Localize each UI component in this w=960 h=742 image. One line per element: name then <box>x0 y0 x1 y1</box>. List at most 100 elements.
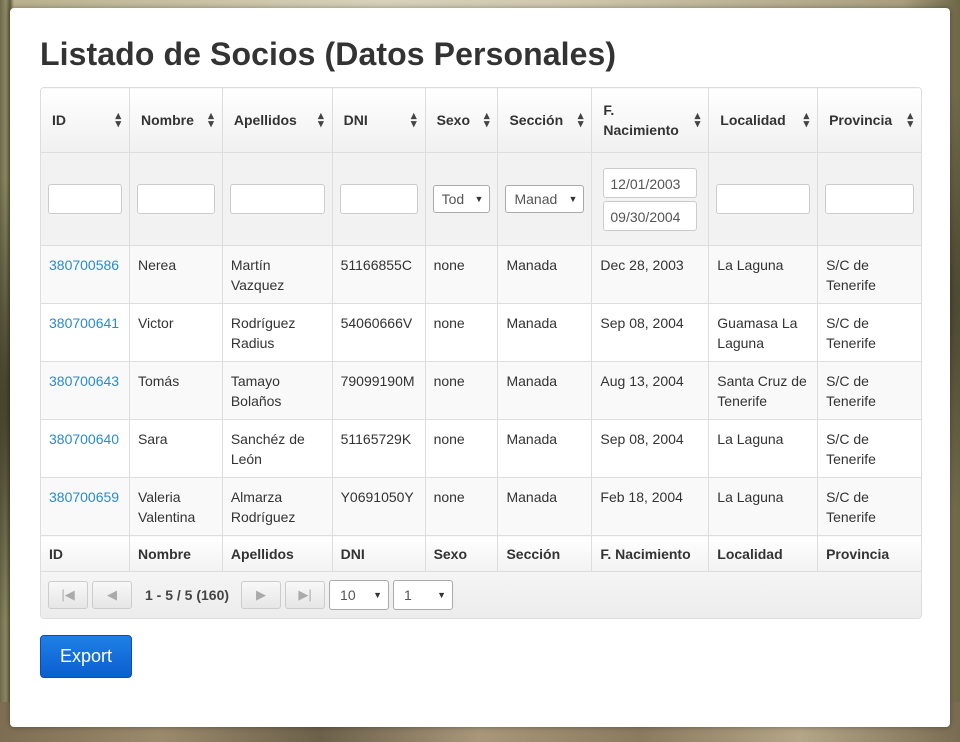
cell-apellidos: Martín Vazquez <box>221 245 333 304</box>
column-header-localidad[interactable]: Localidad ▴ ▾ <box>708 88 819 153</box>
date-to-input[interactable]: 09/30/2004 <box>603 200 698 231</box>
cell-localidad: Guamasa La Laguna <box>708 303 819 362</box>
sort-icon[interactable]: ▴ ▾ <box>907 111 913 130</box>
cell-dni: Y0691050Y <box>331 477 426 536</box>
id-filter-input[interactable] <box>48 184 122 214</box>
cell-sexo: none <box>424 361 499 420</box>
page-number-value: 1 <box>404 587 412 603</box>
column-header-label: Localidad <box>720 112 786 128</box>
sort-icon[interactable]: ▴ ▾ <box>695 111 701 130</box>
page-title: Listado de Socios (Datos Personales) <box>40 36 617 72</box>
page-size-value: 10 <box>340 587 356 603</box>
footer-label-seccion: Sección <box>497 535 593 572</box>
seccion-filter-value: Manada <box>514 191 558 207</box>
cell-nacimiento: Sep 08, 2004 <box>591 303 710 362</box>
cell-apellidos: Tamayo Bolaños <box>221 361 333 420</box>
cell-provincia: S/C de Tenerife <box>817 361 921 420</box>
sort-icon[interactable]: ▴ ▾ <box>208 111 214 130</box>
cell-seccion: Manada <box>497 419 593 478</box>
filter-cell-apellidos <box>221 152 333 246</box>
next-page-button[interactable]: ▶ <box>241 581 282 609</box>
last-page-icon: ▶| <box>298 587 312 602</box>
column-header-label: ID <box>52 112 66 128</box>
column-header-seccion[interactable]: Sección ▴ ▾ <box>497 88 593 153</box>
sort-icon[interactable]: ▴ ▾ <box>578 111 584 130</box>
cell-apellidos: Sanchéz de León <box>221 419 333 478</box>
column-header-label: DNI <box>343 112 368 128</box>
footer-label-id: ID <box>41 535 130 572</box>
table-row: 380700659 Valeria Valentina Almarza Rodr… <box>41 477 921 536</box>
date-from-input[interactable]: 12/01/2003 <box>603 167 698 198</box>
cell-provincia: S/C de Tenerife <box>817 477 921 536</box>
column-header-sexo[interactable]: Sexo ▴ ▾ <box>424 88 499 153</box>
chevron-down-icon: ▼ <box>568 194 578 204</box>
sort-icon[interactable]: ▴ ▾ <box>484 111 490 130</box>
column-header-label: Nombre <box>140 112 194 128</box>
filter-cell-id <box>41 152 130 246</box>
sort-icon[interactable]: ▴ ▾ <box>318 111 324 130</box>
member-id-link[interactable]: 380700643 <box>41 361 130 420</box>
cell-nombre: Nerea <box>128 245 223 304</box>
footer-label-provincia: Provincia <box>817 535 921 572</box>
sort-icon[interactable]: ▴ ▾ <box>411 111 417 130</box>
cell-dni: 54060666V <box>331 303 426 362</box>
pagination-info: 1 - 5 / 5 (160) <box>145 587 230 603</box>
cell-localidad: Santa Cruz de Tenerife <box>708 361 819 420</box>
cell-provincia: S/C de Tenerife <box>817 419 921 478</box>
first-page-button[interactable]: |◀ <box>48 581 88 609</box>
column-header-nombre[interactable]: Nombre ▴ ▾ <box>128 88 223 153</box>
member-id-link[interactable]: 380700659 <box>41 477 130 536</box>
filter-cell-sexo: Todos ▼ <box>424 152 499 246</box>
localidad-filter-input[interactable] <box>716 184 811 214</box>
sort-icon[interactable]: ▴ ▾ <box>804 111 810 130</box>
column-header-dni[interactable]: DNI ▴ ▾ <box>331 88 426 153</box>
column-header-id[interactable]: ID ▴ ▾ <box>41 88 130 153</box>
cell-seccion: Manada <box>497 361 593 420</box>
column-header-label: Sexo <box>436 112 471 128</box>
column-header-provincia[interactable]: Provincia ▴ ▾ <box>817 88 921 153</box>
sexo-filter-select[interactable]: Todos ▼ <box>432 185 491 213</box>
previous-page-button[interactable]: ◀ <box>92 581 132 609</box>
page-size-select[interactable]: 10 ▼ <box>329 580 390 610</box>
nombre-filter-input[interactable] <box>136 184 215 214</box>
main-panel: Listado de Socios (Datos Personales) ID ▴… <box>10 8 950 727</box>
cell-sexo: none <box>424 245 499 304</box>
column-header-apellidos[interactable]: Apellidos ▴ ▾ <box>221 88 333 153</box>
member-id-link[interactable]: 380700586 <box>41 245 130 304</box>
cell-nombre: Tomás <box>128 361 223 420</box>
cell-sexo: none <box>424 477 499 536</box>
filter-cell-localidad <box>708 152 819 246</box>
dni-filter-input[interactable] <box>339 184 418 214</box>
filter-cell-dni <box>331 152 426 246</box>
footer-label-nacimiento: F. Nacimiento <box>591 535 710 572</box>
member-id-link[interactable]: 380700640 <box>41 419 130 478</box>
column-header-nacimiento[interactable]: F. Nacimiento ▴ ▾ <box>591 88 710 153</box>
cell-seccion: Manada <box>497 477 593 536</box>
cell-apellidos: Almarza Rodríguez <box>221 477 333 536</box>
sort-icon[interactable]: ▴ ▾ <box>115 111 121 130</box>
page-number-select[interactable]: 1 ▼ <box>393 580 454 610</box>
cell-dni: 51166855C <box>331 245 426 304</box>
chevron-down-icon: ▼ <box>373 590 383 600</box>
provincia-filter-input[interactable] <box>825 184 914 214</box>
last-page-button[interactable]: ▶| <box>285 581 326 609</box>
cell-localidad: La Laguna <box>708 477 819 536</box>
cell-dni: 51165729K <box>331 419 426 478</box>
apellidos-filter-input[interactable] <box>229 184 325 214</box>
cell-sexo: none <box>424 419 499 478</box>
cell-dni: 79099190M <box>331 361 426 420</box>
footer-label-apellidos: Apellidos <box>221 535 333 572</box>
column-header-label: Sección <box>509 112 564 128</box>
member-id-link[interactable]: 380700641 <box>41 303 130 362</box>
cell-nacimiento: Feb 18, 2004 <box>591 477 710 536</box>
cell-localidad: La Laguna <box>708 419 819 478</box>
cell-nacimiento: Dec 28, 2003 <box>591 245 710 304</box>
table-row: 380700640 Sara Sanchéz de León 51165729K… <box>41 419 921 478</box>
filter-cell-provincia <box>817 152 921 246</box>
footer-label-localidad: Localidad <box>708 535 819 572</box>
cell-nacimiento: Aug 13, 2004 <box>591 361 710 420</box>
seccion-filter-select[interactable]: Manada ▼ <box>505 185 585 213</box>
arrow-right-icon: ▶ <box>256 587 267 602</box>
cell-nombre: Valeria Valentina <box>128 477 223 536</box>
export-button[interactable]: Export <box>40 635 132 678</box>
